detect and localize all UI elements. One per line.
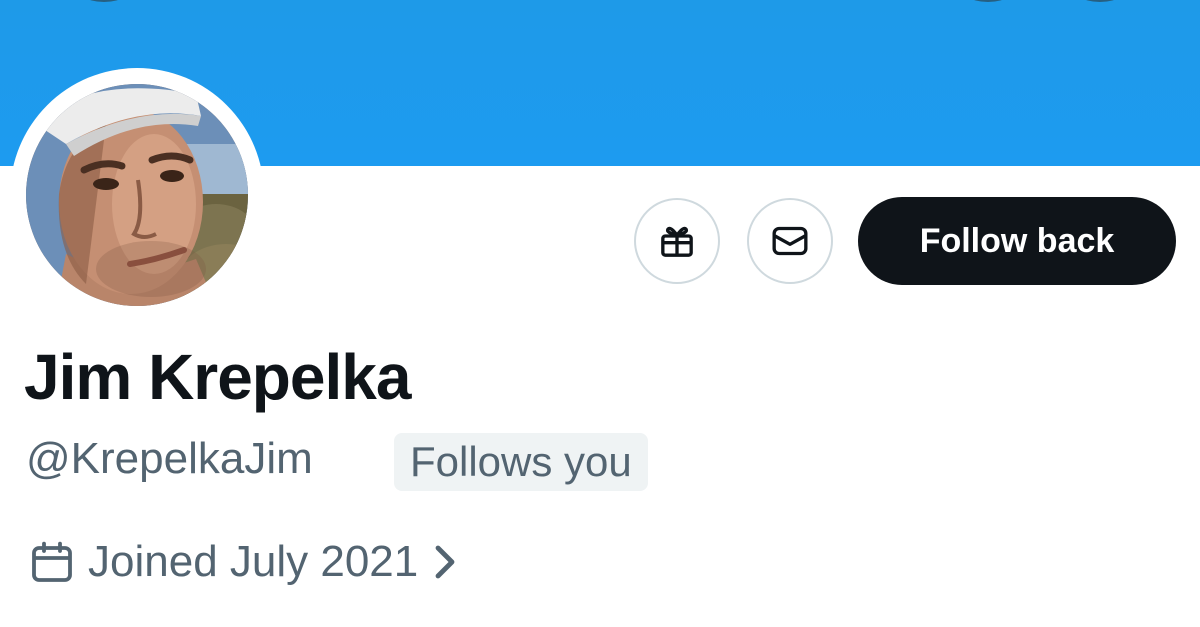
handle: @KrepelkaJim	[26, 434, 313, 483]
gift-button[interactable]	[634, 198, 720, 284]
chevron-right-icon	[432, 542, 458, 582]
avatar-image	[26, 84, 248, 306]
more-button-partial[interactable]	[1068, 0, 1132, 2]
envelope-icon	[772, 226, 808, 256]
message-button[interactable]	[747, 198, 833, 284]
joined-date-row[interactable]: Joined July 2021	[28, 532, 458, 592]
avatar[interactable]	[26, 84, 248, 306]
calendar-icon	[32, 541, 72, 582]
follow-back-button[interactable]: Follow back	[858, 197, 1176, 285]
follows-you-badge: Follows you	[394, 433, 648, 491]
banner-button-partial[interactable]	[956, 0, 1020, 2]
gift-icon	[661, 226, 693, 257]
joined-date-text: Joined July 2021	[88, 537, 419, 586]
avatar-ring	[10, 68, 264, 322]
back-button-partial[interactable]	[72, 0, 136, 2]
display-name: Jim Krepelka	[24, 341, 411, 413]
